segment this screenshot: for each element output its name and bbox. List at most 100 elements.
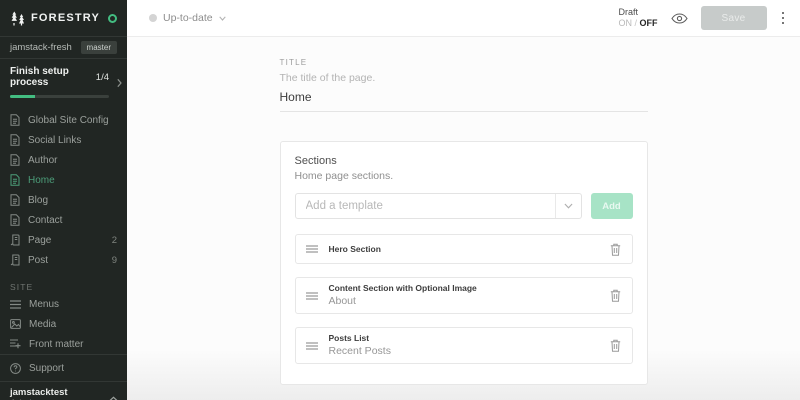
- section-template-name: Posts List: [328, 333, 370, 343]
- draft-slash: /: [634, 18, 637, 28]
- site-nav: Menus Media Front matter: [0, 294, 127, 354]
- sidebar-item-label: Front matter: [29, 338, 84, 350]
- setup-progress-fill: [10, 95, 35, 98]
- app-root: FORESTRY jamstack-fresh master Finish se…: [0, 0, 800, 400]
- page-icon: [10, 194, 20, 206]
- sidebar-nav: Global Site Config Social Links Author H…: [0, 110, 127, 270]
- sidebar-item-count: 2: [111, 234, 117, 246]
- title-field-label: TITLE: [279, 58, 308, 67]
- brand-name: FORESTRY: [31, 12, 101, 24]
- sidebar-item-global-site-config[interactable]: Global Site Config: [0, 110, 127, 130]
- branch-badge: master: [80, 41, 117, 54]
- section-value: About: [328, 295, 356, 307]
- menus-icon: [10, 299, 21, 309]
- sections-card: Sections Home page sections. Add a templ…: [279, 141, 648, 385]
- page-icon: [10, 154, 20, 166]
- sync-status-icon: [149, 14, 157, 22]
- sections-list: Hero Section Content Section with Option: [294, 234, 633, 364]
- drag-handle-icon[interactable]: [305, 245, 318, 253]
- sidebar-item-home[interactable]: Home: [0, 170, 127, 190]
- draft-off-option[interactable]: OFF: [640, 18, 658, 28]
- title-field-description: The title of the page.: [279, 72, 376, 84]
- trash-icon[interactable]: [609, 288, 622, 303]
- sidebar-item-support[interactable]: Support: [0, 358, 127, 378]
- add-template-button[interactable]: Add: [590, 193, 633, 219]
- sidebar-item-label: Social Links: [28, 134, 82, 146]
- kebab-menu-icon[interactable]: [780, 10, 787, 27]
- drag-handle-icon[interactable]: [305, 291, 318, 300]
- page-icon: [10, 134, 20, 146]
- setup-progress-bar: [10, 95, 109, 98]
- title-input[interactable]: [279, 86, 648, 112]
- sidebar: FORESTRY jamstack-fresh master Finish se…: [0, 0, 127, 400]
- title-field: TITLE The title of the page.: [279, 58, 648, 112]
- sidebar-item-label: Home: [28, 174, 55, 186]
- section-row-text: Content Section with Optional Image Abou…: [329, 283, 609, 308]
- collection-icon: [10, 254, 20, 266]
- section-row-text: Posts List Recent Posts: [329, 333, 609, 358]
- trash-icon[interactable]: [609, 242, 622, 257]
- sync-status-dropdown[interactable]: Up-to-date: [149, 12, 226, 24]
- sidebar-item-label: Media: [29, 318, 57, 330]
- support-section: Support: [0, 354, 127, 381]
- repo-row[interactable]: jamstack-fresh master: [0, 37, 127, 59]
- setup-label: Finish setup process: [10, 66, 69, 88]
- sidebar-item-page[interactable]: Page 2: [0, 230, 127, 250]
- trash-icon[interactable]: [609, 338, 622, 353]
- sidebar-item-label: Global Site Config: [28, 114, 109, 126]
- sections-description: Home page sections.: [294, 170, 394, 182]
- section-template-name: Content Section with Optional Image: [328, 283, 477, 293]
- sidebar-item-post[interactable]: Post 9: [0, 250, 127, 270]
- sidebar-item-label: Blog: [28, 194, 49, 206]
- section-row[interactable]: Content Section with Optional Image Abou…: [294, 277, 633, 314]
- chevron-up-icon: [109, 396, 118, 400]
- chevron-down-icon: [218, 15, 226, 21]
- repo-name: jamstack-fresh: [10, 42, 72, 53]
- sidebar-item-author[interactable]: Author: [0, 150, 127, 170]
- site-status-ring-icon: [108, 13, 117, 23]
- draft-on-option[interactable]: ON: [618, 18, 632, 28]
- account-switcher[interactable]: jamstacktest Admin: [0, 381, 127, 400]
- drag-handle-icon[interactable]: [305, 341, 318, 350]
- sidebar-item-blog[interactable]: Blog: [0, 190, 127, 210]
- app-logo[interactable]: FORESTRY: [0, 0, 127, 37]
- section-row[interactable]: Hero Section: [294, 234, 633, 264]
- sidebar-item-label: Contact: [28, 214, 63, 226]
- topbar: Up-to-date Draft ON / OFF Save: [127, 0, 800, 37]
- sidebar-item-label: Post: [28, 254, 49, 266]
- finish-setup-banner[interactable]: Finish setup process 1/4: [0, 59, 127, 106]
- sections-label: Sections: [294, 155, 337, 167]
- add-template-row: Add: [294, 193, 633, 219]
- sidebar-item-count: 9: [111, 254, 117, 266]
- sidebar-item-front-matter[interactable]: Front matter: [0, 334, 127, 354]
- page-icon: [10, 114, 20, 126]
- chevron-down-icon[interactable]: [554, 194, 581, 218]
- forestry-tree-icon: [10, 10, 26, 26]
- help-icon: [10, 362, 21, 374]
- template-select[interactable]: [294, 193, 582, 219]
- draft-label: Draft: [618, 7, 638, 17]
- sidebar-item-label: Author: [28, 154, 58, 166]
- section-template-name: Hero Section: [328, 243, 381, 254]
- frontmatter-icon: [10, 339, 21, 349]
- section-row[interactable]: Posts List Recent Posts: [294, 327, 633, 364]
- draft-toggle[interactable]: Draft ON / OFF: [618, 7, 657, 29]
- page-icon: [10, 214, 20, 226]
- preview-eye-icon[interactable]: [670, 12, 688, 24]
- sidebar-item-social-links[interactable]: Social Links: [0, 130, 127, 150]
- media-icon: [10, 319, 21, 329]
- sync-status-label: Up-to-date: [163, 12, 213, 24]
- chevron-right-icon: [117, 78, 122, 87]
- setup-progress-count: 1/4: [95, 71, 109, 83]
- collection-icon: [10, 234, 20, 246]
- section-value: Recent Posts: [328, 345, 391, 357]
- save-button[interactable]: Save: [700, 6, 767, 30]
- account-name: jamstacktest: [10, 387, 68, 398]
- sidebar-item-menus[interactable]: Menus: [0, 294, 127, 314]
- sidebar-item-label: Menus: [29, 298, 60, 310]
- sidebar-item-contact[interactable]: Contact: [0, 210, 127, 230]
- page-icon: [10, 174, 20, 186]
- site-section-heading: SITE: [10, 282, 34, 292]
- sidebar-item-media[interactable]: Media: [0, 314, 127, 334]
- template-select-input[interactable]: [295, 194, 555, 218]
